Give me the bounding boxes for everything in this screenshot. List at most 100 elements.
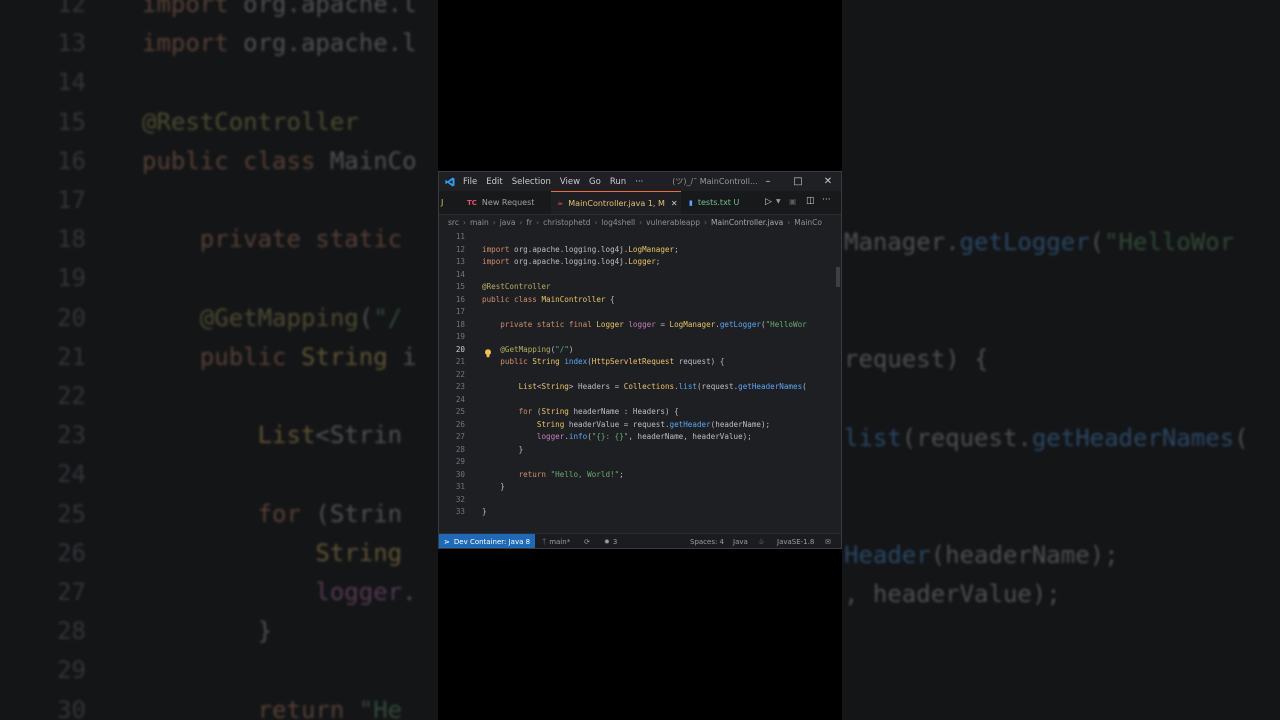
breadcrumb-item[interactable]: MainController.java: [711, 218, 783, 227]
breadcrumb-separator-icon: ›: [519, 217, 523, 227]
split-editor-icon[interactable]: ◫: [806, 196, 815, 206]
code-line[interactable]: 27 logger.info("{}: {}", headerName, hea…: [439, 432, 841, 445]
line-number: 17: [455, 307, 465, 316]
breadcrumb-item[interactable]: vulnerableapp: [646, 218, 700, 227]
tc-icon: TC: [467, 198, 477, 207]
blurred-line-code: List<Strin: [257, 421, 403, 450]
indentation-indicator[interactable]: Spaces: 4: [690, 534, 724, 548]
scrollbar-thumb[interactable]: [836, 267, 840, 287]
close-icon[interactable]: ✕: [813, 172, 841, 191]
blurred-line-number: 21: [57, 342, 86, 371]
menu-edit[interactable]: Edit: [486, 177, 502, 187]
code-line[interactable]: 33}: [439, 507, 841, 520]
line-code: @RestController: [482, 282, 551, 291]
breadcrumb-item[interactable]: fr: [526, 218, 532, 227]
tab-main-controller[interactable]: ☕ MainController.java 1, M ✕: [551, 191, 681, 214]
problems-indicator[interactable]: ✹ 3: [604, 534, 617, 548]
code-line[interactable]: 16 public class MainController {: [439, 295, 841, 308]
line-number: 13: [455, 257, 465, 266]
jdk-version[interactable]: JavaSE-1.8: [777, 534, 814, 548]
breadcrumb-item[interactable]: src: [448, 218, 459, 227]
open-changes-icon[interactable]: ▣: [789, 197, 797, 206]
code-line[interactable]: 13 import org.apache.logging.log4j.Logger…: [439, 257, 841, 270]
breadcrumb: src › main › java › fr › christophetd › log4shell ›…: [439, 214, 841, 230]
tab-previous[interactable]: J: [439, 191, 447, 214]
line-code: List<String> Headers = Collections.list(…: [518, 382, 807, 391]
language-mode[interactable]: Java: [733, 534, 748, 548]
line-code: import org.apache.logging.log4j.Logger;: [482, 257, 661, 266]
blurred-line-number: 20: [57, 303, 86, 332]
file-icon: ▮: [689, 198, 693, 207]
code-line[interactable]: 19: [439, 332, 841, 345]
line-number: 23: [455, 382, 465, 391]
line-code: public class MainController {: [482, 294, 615, 304]
code-line[interactable]: 29: [439, 457, 841, 470]
menu-selection[interactable]: Selection: [512, 177, 551, 187]
tab-close-icon[interactable]: ✕: [671, 199, 678, 208]
code-line[interactable]: 14: [439, 270, 841, 283]
breadcrumb-item[interactable]: MainCo: [794, 218, 822, 227]
line-number: 11: [455, 232, 465, 241]
tab-tests-txt[interactable]: ▮ tests.txt U: [683, 191, 751, 214]
code-line[interactable]: 18 private static final Logger logger = …: [439, 320, 841, 333]
breadcrumb-item[interactable]: christophetd: [543, 218, 590, 227]
code-line[interactable]: 21 public String index(HttpServletReques…: [439, 357, 841, 370]
blurred-line-code: @GetMapping("/: [199, 303, 403, 332]
title-bar: File Edit Selection View Go Run ··· (ツ)_…: [439, 172, 841, 191]
code-line[interactable]: 24: [439, 395, 841, 408]
line-number: 12: [455, 244, 465, 254]
code-line[interactable]: 30 return "Hello, World!";: [439, 470, 841, 483]
blurred-line-number: 29: [57, 656, 86, 685]
branch-label: main*: [549, 537, 571, 546]
blurred-line-number: 12: [57, 0, 86, 18]
menu-more[interactable]: ···: [635, 177, 643, 187]
code-line[interactable]: 15 @RestController: [439, 282, 841, 295]
line-number: 16: [455, 294, 465, 304]
run-icon[interactable]: ▷: [765, 197, 772, 207]
chevron-down-icon[interactable]: ▼: [776, 198, 781, 205]
blurred-line-number: 26: [57, 538, 86, 567]
blurred-line-number: 23: [57, 421, 86, 450]
code-line[interactable]: 26 String headerValue = request.getHeade…: [439, 420, 841, 433]
minimize-icon[interactable]: –: [753, 172, 783, 191]
code-line[interactable]: 25 for (String headerName : Headers) {: [439, 407, 841, 420]
menu-go[interactable]: Go: [589, 177, 601, 187]
notifications-icon[interactable]: ✉: [825, 534, 831, 548]
menu-file[interactable]: File: [463, 177, 477, 187]
line-code: }: [518, 444, 524, 454]
code-line[interactable]: 12 import org.apache.logging.log4j.LogMan…: [439, 245, 841, 258]
code-line[interactable]: 11: [439, 232, 841, 245]
branch-indicator[interactable]: ᛉ main*: [542, 534, 571, 548]
breadcrumb-item[interactable]: log4shell: [601, 218, 635, 227]
more-actions-icon[interactable]: ···: [822, 195, 831, 205]
breadcrumb-item[interactable]: main: [470, 218, 489, 227]
menu-view[interactable]: View: [560, 177, 580, 187]
code-line[interactable]: 17: [439, 307, 841, 320]
code-line[interactable]: 28 }: [439, 445, 841, 458]
code-editor[interactable]: 11 12 import org.apache.logging.log4j.LogM…: [439, 230, 841, 532]
sync-icon[interactable]: ⟳: [584, 534, 590, 548]
code-line[interactable]: 20 @GetMapping("/"): [439, 345, 841, 358]
blurred-line-code: import org.apache.l: [142, 0, 417, 18]
code-line[interactable]: 23 List<String> Headers = Collections.li…: [439, 382, 841, 395]
feedback-icon[interactable]: ♧: [758, 534, 764, 548]
breadcrumb-separator-icon: ›: [787, 217, 791, 227]
code-line[interactable]: 22: [439, 370, 841, 383]
menu-run[interactable]: Run: [610, 177, 626, 187]
blurred-line-number: 14: [57, 68, 86, 97]
tab-new-request[interactable]: TC New Request: [461, 191, 551, 214]
line-code: for (String headerName : Headers) {: [518, 407, 679, 416]
editor-tab-bar: J TC New Request ☕ MainController.java 1…: [439, 191, 841, 215]
breadcrumb-item[interactable]: java: [500, 218, 516, 227]
code-line[interactable]: 32: [439, 495, 841, 508]
line-number: 26: [455, 419, 465, 429]
blurred-code-line: request) {: [844, 345, 989, 373]
blurred-line-code: private static: [199, 225, 403, 254]
blurred-line-code: }: [257, 617, 273, 646]
line-number: 27: [455, 432, 465, 441]
code-line[interactable]: 31 }: [439, 482, 841, 495]
remote-indicator[interactable]: ⋗ Dev Container: Java 8: [439, 534, 536, 548]
blurred-line-number: 22: [57, 382, 86, 410]
lightbulb-icon[interactable]: [484, 343, 492, 358]
maximize-icon[interactable]: □: [783, 172, 813, 191]
